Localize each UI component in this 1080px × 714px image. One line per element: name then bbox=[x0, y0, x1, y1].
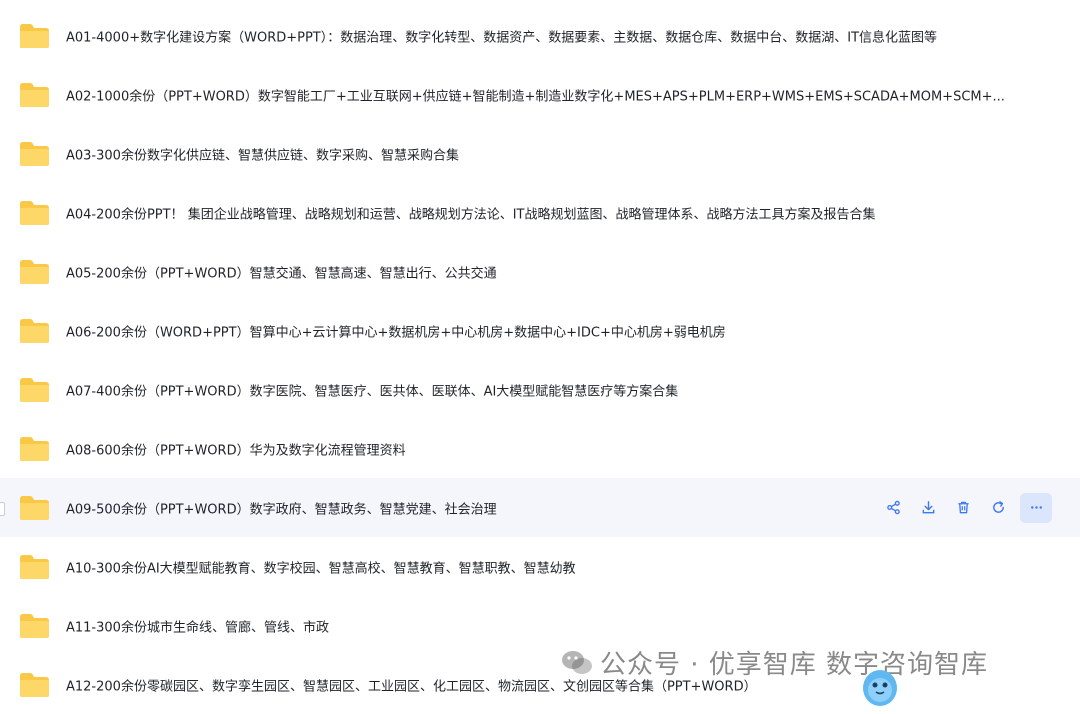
file-list: A01-4000+数字化建设方案（WORD+PPT）：数据治理、数字化转型、数据… bbox=[0, 6, 1080, 714]
refresh-button[interactable] bbox=[981, 493, 1016, 523]
delete-icon bbox=[956, 500, 971, 515]
folder-row[interactable]: A10-300余份AI大模型赋能教育、数字校园、智慧高校、智慧教育、智慧职教、智… bbox=[0, 537, 1080, 596]
folder-name[interactable]: A10-300余份AI大模型赋能教育、数字校园、智慧高校、智慧教育、智慧职教、智… bbox=[66, 557, 576, 576]
folder-icon bbox=[19, 23, 50, 49]
folder-row[interactable]: A01-4000+数字化建设方案（WORD+PPT）：数据治理、数字化转型、数据… bbox=[0, 6, 1080, 65]
folder-icon bbox=[19, 200, 50, 226]
more-icon bbox=[1029, 500, 1044, 515]
delete-button[interactable] bbox=[946, 493, 981, 523]
folder-icon bbox=[19, 613, 50, 639]
folder-name[interactable]: A09-500余份（PPT+WORD）数字政府、智慧政务、智慧党建、社会治理 bbox=[66, 498, 497, 517]
folder-name[interactable]: A02-1000余份（PPT+WORD）数字智能工厂+工业互联网+供应链+智能制… bbox=[66, 85, 1005, 104]
folder-icon bbox=[19, 436, 50, 462]
folder-icon bbox=[19, 259, 50, 285]
folder-row[interactable]: A07-400余份（PPT+WORD）数字医院、智慧医疗、医共体、医联体、AI大… bbox=[0, 360, 1080, 419]
watermark-text: 公众号 · 优享智库 数字咨询智库 bbox=[600, 650, 989, 680]
row-actions bbox=[876, 492, 1052, 523]
folder-name[interactable]: A11-300余份城市生命线、管廊、管线、市政 bbox=[66, 616, 329, 635]
watermark: 公众号 · 优享智库 数字咨询智库 bbox=[560, 644, 988, 681]
folder-icon bbox=[19, 82, 50, 108]
folder-row[interactable]: A06-200余份（WORD+PPT）智算中心+云计算中心+数据机房+中心机房+… bbox=[0, 301, 1080, 360]
wechat-icon bbox=[562, 650, 592, 674]
share-icon bbox=[886, 500, 901, 515]
folder-name[interactable]: A06-200余份（WORD+PPT）智算中心+云计算中心+数据机房+中心机房+… bbox=[66, 321, 726, 340]
more-button[interactable] bbox=[1020, 492, 1052, 523]
mascot-icon bbox=[863, 670, 897, 706]
folder-row[interactable]: A09-500余份（PPT+WORD）数字政府、智慧政务、智慧党建、社会治理 bbox=[0, 478, 1080, 537]
folder-icon bbox=[19, 495, 50, 521]
folder-row[interactable]: A05-200余份（PPT+WORD）智慧交通、智慧高速、智慧出行、公共交通 bbox=[0, 242, 1080, 301]
folder-icon bbox=[19, 554, 50, 580]
folder-icon bbox=[19, 377, 50, 403]
folder-icon bbox=[19, 672, 50, 698]
download-button[interactable] bbox=[911, 493, 946, 523]
row-checkbox[interactable] bbox=[0, 501, 5, 516]
folder-icon bbox=[19, 318, 50, 344]
folder-name[interactable]: A07-400余份（PPT+WORD）数字医院、智慧医疗、医共体、医联体、AI大… bbox=[66, 380, 678, 399]
refresh-icon bbox=[991, 500, 1006, 515]
folder-name[interactable]: A04-200余份PPT！ 集团企业战略管理、战略规划和运营、战略规划方法论、I… bbox=[66, 203, 875, 222]
folder-row[interactable]: A02-1000余份（PPT+WORD）数字智能工厂+工业互联网+供应链+智能制… bbox=[0, 65, 1080, 124]
folder-name[interactable]: A05-200余份（PPT+WORD）智慧交通、智慧高速、智慧出行、公共交通 bbox=[66, 262, 497, 281]
folder-row[interactable]: A08-600余份（PPT+WORD）华为及数字化流程管理资料 bbox=[0, 419, 1080, 478]
folder-name[interactable]: A03-300余份数字化供应链、智慧供应链、数字采购、智慧采购合集 bbox=[66, 144, 459, 163]
folder-icon bbox=[19, 141, 50, 167]
folder-row[interactable]: A03-300余份数字化供应链、智慧供应链、数字采购、智慧采购合集 bbox=[0, 124, 1080, 183]
download-icon bbox=[921, 500, 936, 515]
folder-name[interactable]: A01-4000+数字化建设方案（WORD+PPT）：数据治理、数字化转型、数据… bbox=[66, 26, 937, 45]
share-button[interactable] bbox=[876, 493, 911, 523]
folder-row[interactable]: A04-200余份PPT！ 集团企业战略管理、战略规划和运营、战略规划方法论、I… bbox=[0, 183, 1080, 242]
folder-name[interactable]: A08-600余份（PPT+WORD）华为及数字化流程管理资料 bbox=[66, 439, 406, 458]
